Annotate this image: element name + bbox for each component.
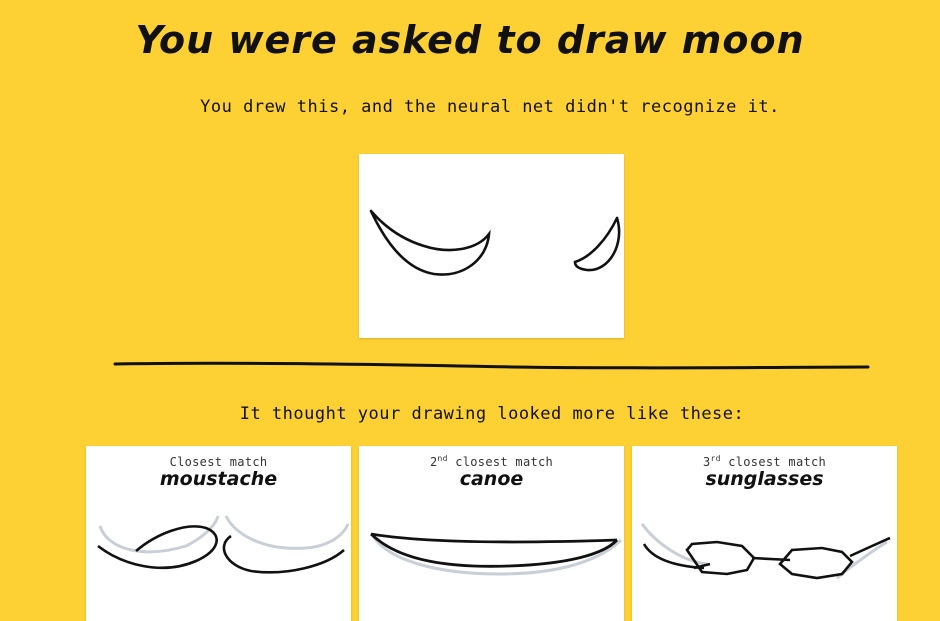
results-heading: It thought your drawing looked more like…: [239, 404, 745, 424]
match-card-moustache[interactable]: Closest match moustache: [86, 446, 351, 621]
match-card-canoe[interactable]: 2nd closest match canoe: [359, 446, 624, 621]
page-subtitle: You drew this, and the neural net didn't…: [200, 97, 780, 117]
user-drawing-image: [369, 209, 621, 276]
match-label: moustache: [159, 468, 278, 490]
match-rank: Closest match: [169, 455, 268, 469]
moustache-drawing: [97, 515, 350, 574]
match-label: canoe: [459, 468, 524, 490]
match-rank: 2nd closest match: [429, 454, 554, 470]
canoe-drawing: [370, 532, 623, 576]
user-drawing-card: [359, 154, 624, 338]
page-title: You were asked to draw moon: [135, 18, 805, 62]
sunglasses-drawing: [640, 523, 891, 580]
match-card-sunglasses[interactable]: 3rd closest match sunglasses: [632, 446, 897, 621]
section-divider: [113, 361, 870, 370]
moon-stroke-right: [573, 216, 621, 272]
match-label: sunglasses: [705, 468, 824, 490]
moon-stroke-left: [369, 209, 491, 276]
match-rank: 3rd closest match: [702, 454, 827, 470]
